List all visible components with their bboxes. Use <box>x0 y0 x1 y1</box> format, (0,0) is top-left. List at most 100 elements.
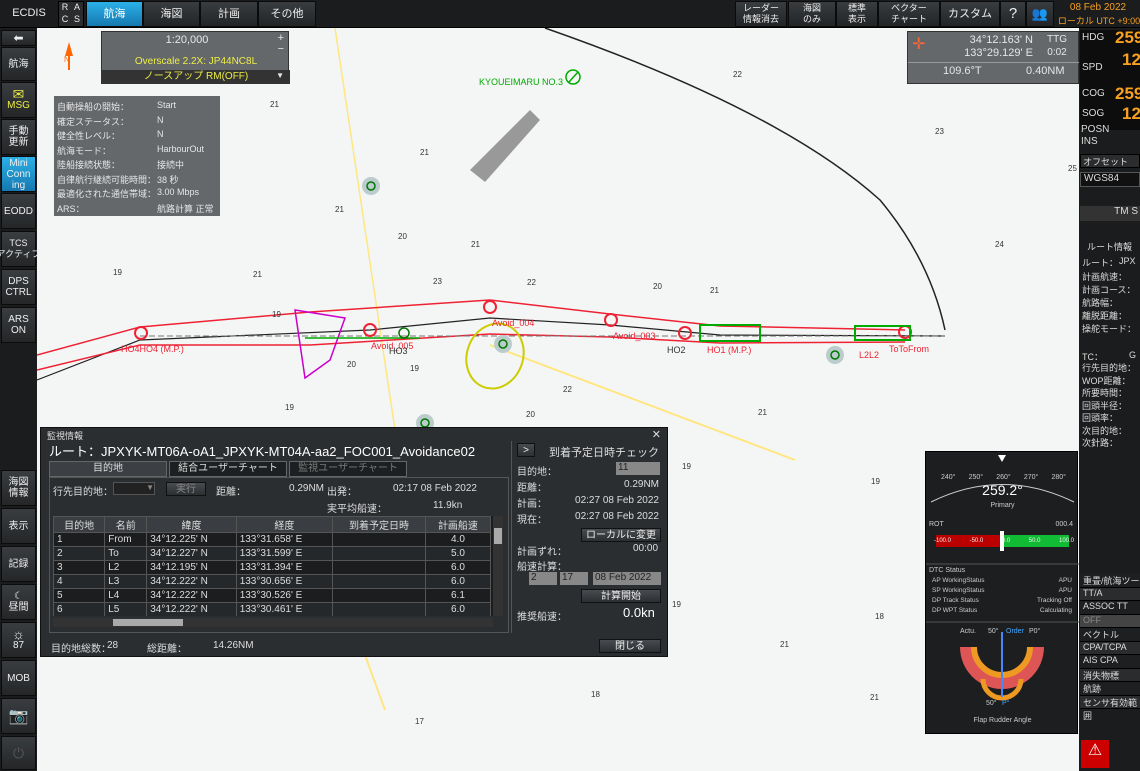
table-header[interactable]: 経度 <box>235 516 334 533</box>
vector-chart-button[interactable]: ベクター チャート <box>878 1 940 27</box>
eta-expand-button[interactable]: > <box>517 443 535 457</box>
table-row[interactable]: 6 L5 34°12.222' N 133°30.461' E 6.0 <box>53 602 492 616</box>
route-info-label: 回頭率： <box>1082 413 1119 423</box>
depth-sounding: 21 <box>270 100 279 109</box>
table-cell: 133°31.599' E <box>235 546 334 561</box>
table-hscrollbar[interactable] <box>53 618 493 627</box>
overlay-item[interactable]: 重畳/航海ツー <box>1080 574 1140 588</box>
table-cell: 5 <box>53 588 106 603</box>
route-info-label: 所要時間： <box>1082 388 1128 398</box>
radar-clear-button[interactable]: レーダー 情報消去 <box>735 1 787 27</box>
buoy-3 <box>494 335 512 353</box>
overlay-item[interactable]: TT/A <box>1080 587 1140 601</box>
table-header[interactable]: 目的地 <box>53 516 106 533</box>
calc-hour-input[interactable]: 2 <box>529 572 557 585</box>
overlay-item[interactable]: センサ有効範囲 <box>1080 695 1140 721</box>
table-header[interactable]: 到着予定日時 <box>332 516 426 533</box>
table-header[interactable]: 計画船速 <box>424 516 492 533</box>
overlay-item[interactable]: ASSOC TT <box>1080 601 1140 615</box>
alert-icon[interactable]: ⚠ <box>1081 740 1109 768</box>
table-cell: 34°12.222' N <box>146 574 237 589</box>
lb-mini-conning[interactable]: Mini Conn ing <box>1 156 36 192</box>
lb-mob[interactable]: MOB <box>1 660 36 696</box>
lb-brightness[interactable]: ☼ 87 <box>1 622 36 658</box>
waypoint-table[interactable]: 目的地 名前 緯度 経度 到着予定日時 計画船速 1 From 34°12.225' N 133°… <box>53 516 493 616</box>
status-row: 陸船接続状態： 接続中 <box>57 160 185 170</box>
date-display: 08 Feb 2022 <box>1069 2 1127 13</box>
lb-msg[interactable]: ✉ MSG <box>1 82 36 118</box>
calc-date-input[interactable]: 08 Feb 2022 <box>593 572 661 585</box>
lb-voyage[interactable]: 航海 <box>1 47 36 81</box>
lb-tcs[interactable]: TCS アクティブ <box>0 231 41 267</box>
overlay-item[interactable]: AIS CPA <box>1080 655 1140 669</box>
tab-monitor-chart[interactable]: 監視ユーザーチャート <box>289 461 407 477</box>
depth-sounding: 19 <box>672 600 681 609</box>
eta-value: 02:27 08 Feb 2022 <box>575 495 659 506</box>
table-row[interactable]: 5 L4 34°12.222' N 133°30.526' E 6.1 <box>53 588 492 603</box>
table-header[interactable]: 名前 <box>104 516 148 533</box>
change-local-button[interactable]: ローカルに変更 <box>581 528 661 542</box>
table-row[interactable]: 2 To 34°12.227' N 133°31.599' E 5.0 <box>53 546 492 561</box>
tab-navigation[interactable]: 航海 <box>86 1 143 27</box>
rac-indicator[interactable]: RACS <box>58 1 84 27</box>
execute-button[interactable]: 実行 <box>166 482 206 496</box>
standard-display-button[interactable]: 標準 表示 <box>836 1 878 27</box>
help-icon[interactable]: ? <box>1000 1 1026 27</box>
chart-only-button[interactable]: 海図 のみ <box>788 1 836 27</box>
custom-button[interactable]: カスタム <box>940 1 1000 27</box>
lb-chart-info[interactable]: 海図 情報 <box>1 470 36 506</box>
table-row[interactable]: 3 L2 34°12.195' N 133°31.394' E 6.0 <box>53 560 492 575</box>
route-label: ルート： <box>1082 258 1119 268</box>
tab-destination[interactable]: 目的地 <box>49 461 167 477</box>
dtc-row: DP WPT Status Calculating <box>932 607 1072 614</box>
scale-panel[interactable]: 1:20,000 + − Overscale 2.2X: JP44NC8L ノー… <box>101 31 290 84</box>
tab-plan[interactable]: 計画 <box>200 1 258 27</box>
tab-chart[interactable]: 海図 <box>143 1 200 27</box>
lb-manual-update[interactable]: 手動 更新 <box>1 119 36 155</box>
status-row: 自動操船の開始： Start <box>57 100 177 112</box>
total-wp-label: 目的地総数： <box>51 644 111 655</box>
overlay-item[interactable]: OFF <box>1080 614 1140 628</box>
back-arrow-icon[interactable]: ⬅ <box>1 30 36 46</box>
table-cell: 2 <box>53 546 106 561</box>
buoy-4 <box>826 346 844 364</box>
lb-display[interactable]: 表示 <box>1 508 36 544</box>
tab-combined-chart[interactable]: 結合ユーザーチャート <box>169 461 287 477</box>
total-dist-label: 総距離： <box>147 644 187 655</box>
cursor-lon: 133°29.129' E <box>964 47 1033 59</box>
close-icon[interactable]: ✕ <box>652 428 661 441</box>
close-button[interactable]: 閉じる <box>599 639 661 653</box>
table-cell <box>332 602 426 616</box>
table-header[interactable]: 緯度 <box>146 516 237 533</box>
heading-tick: 270° <box>1023 474 1039 481</box>
dest-select[interactable]: ▼ <box>113 482 155 495</box>
waypoint-ho2 <box>678 326 692 340</box>
lb-eodd[interactable]: EODD <box>1 193 36 229</box>
table-row[interactable]: 4 L3 34°12.222' N 133°30.656' E 6.0 <box>53 574 492 589</box>
offset-button[interactable]: オフセット <box>1080 154 1140 168</box>
eta-value[interactable]: 11 <box>616 462 660 475</box>
user-icon[interactable]: 👥 <box>1026 1 1054 27</box>
tab-other[interactable]: その他 <box>258 1 316 27</box>
lb-ars[interactable]: ARS ON <box>1 307 36 343</box>
zoom-out-icon[interactable]: − <box>278 43 284 55</box>
table-scrollbar[interactable] <box>493 516 503 616</box>
overlay-item[interactable]: ベクトル <box>1080 628 1140 642</box>
lb-record[interactable]: 記録 <box>1 546 36 582</box>
overlay-item[interactable]: CPA/TCPA <box>1080 641 1140 655</box>
lb-daytime[interactable]: ☾ 昼間 <box>1 584 36 620</box>
table-cell: L4 <box>104 588 148 603</box>
camera-icon[interactable]: 📷 <box>1 698 36 734</box>
lb-dps[interactable]: DPS CTRL <box>1 269 36 305</box>
overlay-item[interactable]: 航跡 <box>1080 682 1140 696</box>
tm-mode[interactable]: TM S <box>1080 206 1140 221</box>
power-icon[interactable]: ⏻ <box>1 736 36 770</box>
table-row[interactable]: 1 From 34°12.225' N 133°31.658' E 4.0 <box>53 532 492 547</box>
overlay-item[interactable]: 消失物標 <box>1080 668 1140 682</box>
table-cell <box>332 560 426 575</box>
orientation-mode[interactable]: ノースアップ RM(OFF) <box>102 70 290 84</box>
start-calc-button[interactable]: 計算開始 <box>581 589 661 603</box>
calc-minute-input[interactable]: 17 <box>560 572 588 585</box>
departure-label: 出発： <box>327 487 357 498</box>
chart-area[interactable]: N 22 23 25 21 21 21 20 21 19 21 23 22 20 21 19 20 19 22 19… <box>37 28 1079 771</box>
